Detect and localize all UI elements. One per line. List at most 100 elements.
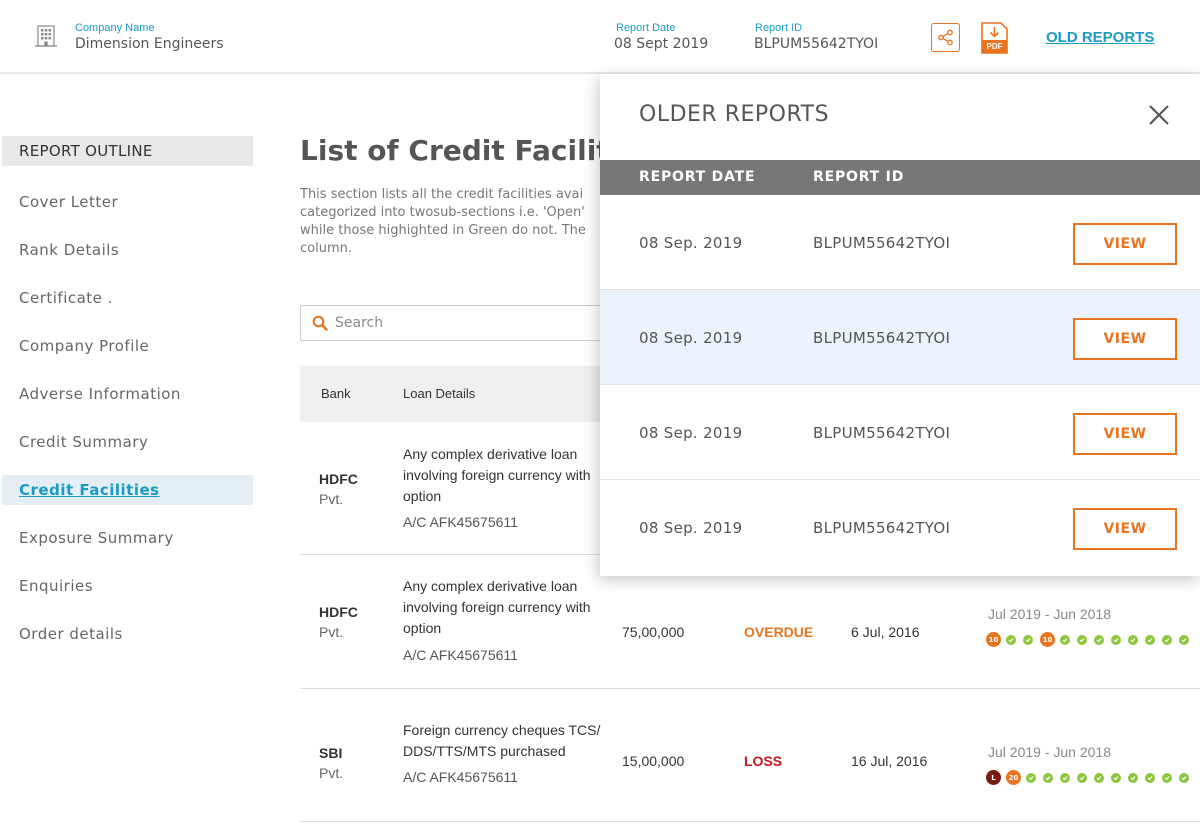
view-report-button[interactable]: VIEW bbox=[1073, 318, 1177, 360]
loan-details: Any complex derivative loan involving fo… bbox=[403, 578, 591, 636]
payment-overdue-marker: 10 bbox=[1040, 632, 1055, 647]
payment-ok-marker bbox=[1162, 634, 1172, 645]
sidebar-item-enquiries[interactable]: Enquiries bbox=[2, 571, 253, 601]
status-date: 6 Jul, 2016 bbox=[851, 624, 920, 640]
page-title: List of Credit Facilit bbox=[300, 134, 610, 167]
report-row-date: 08 Sep. 2019 bbox=[639, 329, 743, 347]
status-badge: OVERDUE bbox=[744, 624, 814, 640]
building-icon bbox=[35, 25, 57, 47]
bank-type: Pvt. bbox=[319, 624, 344, 640]
account-number: A/C AFK45675611 bbox=[403, 647, 518, 663]
payment-overdue-marker: 20 bbox=[1006, 770, 1021, 785]
report-id: BLPUM55642TYOI bbox=[754, 36, 879, 52]
report-row-date: 08 Sep. 2019 bbox=[639, 234, 743, 252]
description-line: while those highighted in Green do not. … bbox=[300, 223, 586, 238]
payment-history: L 20 bbox=[986, 770, 1196, 785]
report-row: 08 Sep. 2019 BLPUM55642TYOI VIEW bbox=[600, 480, 1200, 575]
payment-overdue-marker: 10 bbox=[986, 632, 1001, 647]
report-row-id: BLPUM55642TYOI bbox=[813, 424, 951, 442]
bank-type: Pvt. bbox=[319, 491, 344, 507]
download-pdf-button[interactable]: PDF bbox=[979, 22, 1010, 54]
view-report-button[interactable]: VIEW bbox=[1073, 413, 1177, 455]
payment-ok-marker bbox=[1179, 634, 1189, 645]
payment-ok-marker bbox=[1060, 772, 1070, 783]
panel-title: OLDER REPORTS bbox=[639, 102, 830, 127]
payment-ok-marker bbox=[1006, 634, 1016, 645]
report-outline-heading: REPORT OUTLINE bbox=[2, 136, 253, 166]
bank-type: Pvt. bbox=[319, 765, 344, 781]
account-number: A/C AFK45675611 bbox=[403, 769, 518, 785]
section-description: This section lists all the credit facili… bbox=[300, 186, 600, 258]
payment-ok-marker bbox=[1077, 772, 1087, 783]
sidebar-item-cover-letter[interactable]: Cover Letter bbox=[2, 187, 253, 217]
column-header-report-date: REPORT DATE bbox=[639, 169, 756, 185]
payment-ok-marker bbox=[1094, 772, 1104, 783]
loan-amount: 75,00,000 bbox=[622, 624, 685, 640]
description-line: column. bbox=[300, 241, 352, 256]
report-date-label: Report Date bbox=[616, 22, 676, 34]
payment-ok-marker bbox=[1145, 634, 1155, 645]
column-header-loan-details: Loan Details bbox=[403, 386, 476, 401]
share-icon bbox=[938, 29, 953, 46]
status-badge: LOSS bbox=[744, 753, 783, 769]
payment-loss-marker: L bbox=[986, 770, 1001, 785]
report-row-id: BLPUM55642TYOI bbox=[813, 519, 951, 537]
close-icon[interactable] bbox=[1148, 104, 1170, 126]
payment-ok-marker bbox=[1026, 772, 1036, 783]
view-report-button[interactable]: VIEW bbox=[1073, 508, 1177, 550]
report-row: 08 Sep. 2019 BLPUM55642TYOI VIEW bbox=[600, 290, 1200, 385]
loan-details: Foreign currency cheques TCS/ DDS/TTS/MT… bbox=[403, 722, 601, 759]
report-row: 08 Sep. 2019 BLPUM55642TYOI VIEW bbox=[600, 385, 1200, 480]
pdf-label: PDF bbox=[986, 42, 1003, 51]
search-input[interactable]: Search bbox=[300, 305, 620, 341]
report-row-id: BLPUM55642TYOI bbox=[813, 329, 951, 347]
report-row-id: BLPUM55642TYOI bbox=[813, 234, 951, 252]
sidebar-item-order-details[interactable]: Order details bbox=[2, 619, 253, 649]
status-date: 16 Jul, 2016 bbox=[851, 753, 928, 769]
report-row-date: 08 Sep. 2019 bbox=[639, 519, 743, 537]
payment-history: 10 10 bbox=[986, 632, 1196, 647]
payment-ok-marker bbox=[1060, 634, 1070, 645]
sidebar-item-certificate[interactable]: Certificate . bbox=[2, 283, 253, 313]
sidebar-item-company-profile[interactable]: Company Profile bbox=[2, 331, 253, 361]
bank-name: HDFC bbox=[319, 471, 358, 487]
description-line: categorized into twosub-sections i.e. 'O… bbox=[300, 205, 585, 220]
payment-ok-marker bbox=[1128, 772, 1138, 783]
sidebar-item-adverse-information[interactable]: Adverse Information bbox=[2, 379, 253, 409]
loan-amount: 15,00,000 bbox=[622, 753, 685, 769]
company-name: Dimension Engineers bbox=[75, 36, 224, 52]
column-header-bank: Bank bbox=[321, 386, 351, 401]
payment-ok-marker bbox=[1094, 634, 1104, 645]
history-period: Jul 2019 - Jun 2018 bbox=[988, 606, 1111, 622]
older-reports-panel: OLDER REPORTS REPORT DATE REPORT ID 08 S… bbox=[600, 74, 1200, 576]
table-row[interactable]: SBI Pvt. Foreign currency cheques TCS/ D… bbox=[300, 689, 1200, 822]
payment-ok-marker bbox=[1128, 634, 1138, 645]
view-report-button[interactable]: VIEW bbox=[1073, 223, 1177, 265]
report-id-label: Report ID bbox=[755, 22, 803, 34]
search-icon bbox=[312, 315, 328, 331]
description-line: This section lists all the credit facili… bbox=[300, 187, 584, 202]
payment-ok-marker bbox=[1111, 634, 1121, 645]
sidebar-item-exposure-summary[interactable]: Exposure Summary bbox=[2, 523, 253, 553]
share-button[interactable] bbox=[931, 23, 960, 52]
payment-ok-marker bbox=[1162, 772, 1172, 783]
history-period: Jul 2019 - Jun 2018 bbox=[988, 744, 1111, 760]
report-date: 08 Sept 2019 bbox=[614, 36, 709, 52]
payment-ok-marker bbox=[1111, 772, 1121, 783]
bank-name: SBI bbox=[319, 745, 343, 761]
sidebar-item-credit-summary[interactable]: Credit Summary bbox=[2, 427, 253, 457]
column-header-report-id: REPORT ID bbox=[813, 169, 905, 185]
sidebar-item-credit-facilities[interactable]: Credit Facilities bbox=[2, 475, 253, 505]
search-placeholder: Search bbox=[335, 315, 384, 331]
sidebar-item-rank-details[interactable]: Rank Details bbox=[2, 235, 253, 265]
payment-ok-marker bbox=[1145, 772, 1155, 783]
old-reports-link[interactable]: OLD REPORTS bbox=[1046, 29, 1154, 46]
payment-ok-marker bbox=[1077, 634, 1087, 645]
payment-ok-marker bbox=[1043, 772, 1053, 783]
bank-name: HDFC bbox=[319, 604, 358, 620]
account-number: A/C AFK45675611 bbox=[403, 514, 518, 530]
report-row: 08 Sep. 2019 BLPUM55642TYOI VIEW bbox=[600, 195, 1200, 290]
report-row-date: 08 Sep. 2019 bbox=[639, 424, 743, 442]
payment-ok-marker bbox=[1179, 772, 1189, 783]
payment-ok-marker bbox=[1023, 634, 1033, 645]
